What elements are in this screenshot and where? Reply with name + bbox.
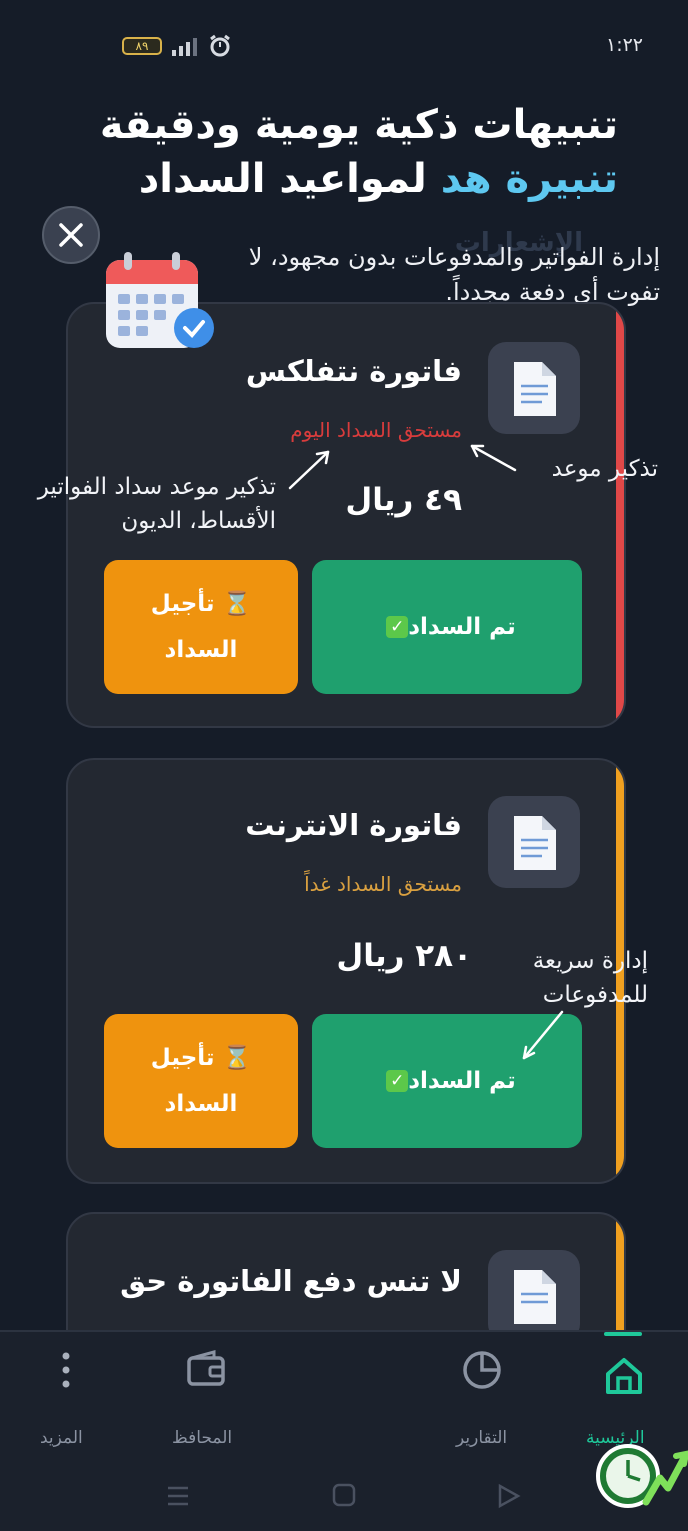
nav-item-reports[interactable]: التقارير	[430, 1332, 540, 1472]
bill-title: لا تنس دفع الفاتورة حق	[120, 1264, 462, 1298]
pie-chart-icon	[463, 1351, 501, 1389]
app-logo-watermark	[596, 1444, 688, 1508]
nav-label-reports: التقارير	[456, 1428, 508, 1448]
wallet-icon	[187, 1350, 225, 1386]
nav-label-more: المزيد	[40, 1428, 83, 1448]
annotation-arrows	[288, 444, 564, 1060]
bottom-nav: الرئيسية التقارير المحافظ المزيد	[0, 1330, 688, 1531]
system-nav-bar	[168, 1483, 521, 1509]
nav-item-more[interactable]: المزيد	[20, 1332, 120, 1472]
document-icon	[488, 1250, 580, 1342]
more-vertical-icon	[62, 1352, 70, 1388]
home-icon	[606, 1358, 642, 1394]
nav-label-wallets: المحافظ	[172, 1428, 233, 1448]
nav-item-wallets[interactable]: المحافظ	[150, 1332, 270, 1472]
